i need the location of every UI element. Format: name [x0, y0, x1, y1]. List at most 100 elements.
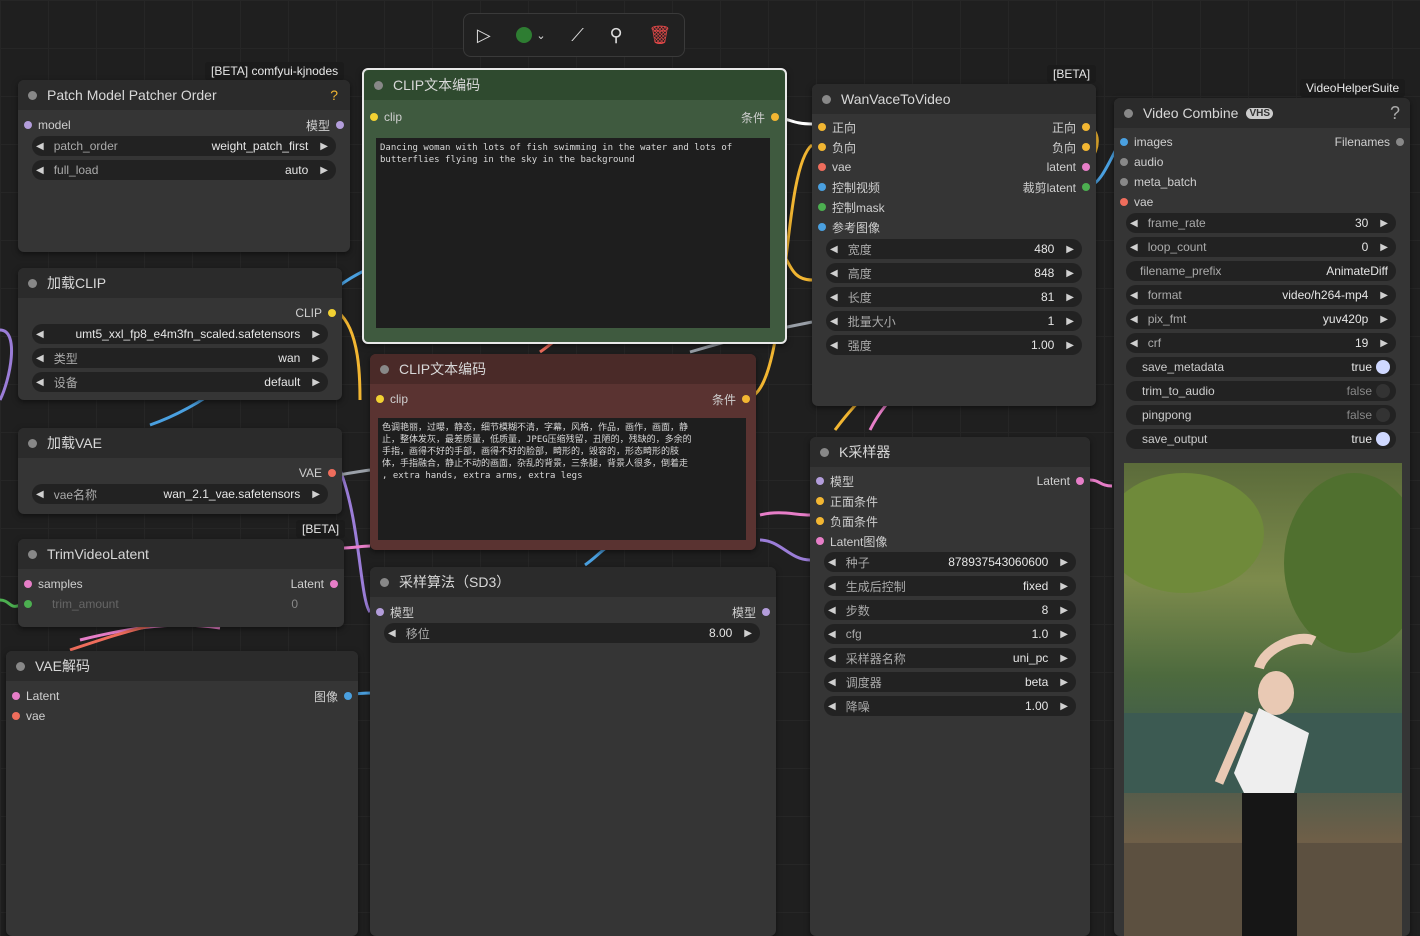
- strength-widget[interactable]: ◀ 强度 1.00 ▶: [826, 335, 1082, 355]
- clip-type-widget[interactable]: ◀ 类型 wan ▶: [32, 348, 328, 368]
- input-slot-control-video[interactable]: 控制视频: [818, 179, 880, 196]
- crf-widget[interactable]: ◀ crf 19 ▶: [1126, 333, 1396, 353]
- trim-to-audio-toggle[interactable]: trim_to_audio false: [1126, 381, 1396, 401]
- input-slot-positive[interactable]: 正向: [818, 119, 856, 136]
- output-slot-latent[interactable]: Latent: [1037, 474, 1084, 488]
- sampler-name-widget[interactable]: ◀ 采样器名称 uni_pc ▶: [824, 648, 1076, 668]
- node-header[interactable]: 加载CLIP: [18, 268, 342, 298]
- prompt-text-area[interactable]: Dancing woman with lots of fish swimming…: [376, 138, 770, 328]
- link-icon[interactable]: ⟋: [571, 25, 584, 46]
- model-sampling-sd3-node[interactable]: 采样算法（SD3） 模型 模型 ◀ 移位 8.00 ▶: [370, 567, 776, 936]
- input-slot-meta-batch[interactable]: meta_batch: [1120, 175, 1197, 189]
- save-metadata-toggle[interactable]: save_metadata true: [1126, 357, 1396, 377]
- frame-rate-widget[interactable]: ◀ frame_rate 30 ▶: [1126, 213, 1396, 233]
- steps-widget[interactable]: ◀ 步数 8 ▶: [824, 600, 1076, 620]
- node-header[interactable]: 采样算法（SD3）: [370, 567, 776, 597]
- input-slot-vae[interactable]: vae: [12, 709, 45, 723]
- play-icon[interactable]: ▷: [477, 25, 491, 46]
- input-slot-samples[interactable]: samples: [24, 577, 83, 591]
- collapse-dot-icon[interactable]: [380, 364, 389, 374]
- height-widget[interactable]: ◀ 高度 848 ▶: [826, 263, 1082, 283]
- video-combine-node[interactable]: Video Combine VHS ? images Filenames aud…: [1114, 98, 1410, 936]
- format-widget[interactable]: ◀ format video/h264-mp4 ▶: [1126, 285, 1396, 305]
- help-icon[interactable]: ?: [330, 87, 338, 103]
- collapse-dot-icon[interactable]: [28, 549, 37, 559]
- wan-vace-to-video-node[interactable]: WanVaceToVideo 正向 正向 负向 负向 vae latent 控制…: [812, 84, 1096, 406]
- ksampler-node[interactable]: K采样器 模型 Latent 正面条件 负面条件 Latent图像 ◀ 种子 878…: [810, 437, 1090, 936]
- input-slot-clip[interactable]: clip: [370, 110, 402, 124]
- output-slot-latent[interactable]: Latent: [291, 577, 338, 591]
- input-slot-model[interactable]: 模型: [816, 473, 854, 490]
- node-header[interactable]: TrimVideoLatent: [18, 539, 344, 569]
- input-slot-positive[interactable]: 正面条件: [816, 493, 878, 510]
- input-slot-audio[interactable]: audio: [1120, 155, 1163, 169]
- trash-icon[interactable]: 🗑: [648, 25, 671, 46]
- negative-prompt-text-area[interactable]: 色调艳丽，过曝，静态，细节模糊不清，字幕，风格，作品，画作，画面，静 止，整体发…: [378, 418, 746, 540]
- vae-decode-node[interactable]: VAE解码 Latent 图像 vae: [6, 651, 358, 936]
- input-slot-reference-image[interactable]: 参考图像: [818, 219, 880, 236]
- output-slot-image[interactable]: 图像: [314, 688, 352, 705]
- scheduler-widget[interactable]: ◀ 调度器 beta ▶: [824, 672, 1076, 692]
- clip-name-widget[interactable]: ◀ umt5_xxl_fp8_e4m3fn_scaled.safetensors ▶: [32, 324, 328, 344]
- pin-icon[interactable]: ⚲: [609, 25, 622, 46]
- loop-count-widget[interactable]: ◀ loop_count 0 ▶: [1126, 237, 1396, 257]
- save-output-toggle[interactable]: save_output true: [1126, 429, 1396, 449]
- trim-video-latent-node[interactable]: TrimVideoLatent samples Latent trim_amou…: [18, 539, 344, 627]
- node-header[interactable]: VAE解码: [6, 651, 358, 681]
- denoise-widget[interactable]: ◀ 降噪 1.00 ▶: [824, 696, 1076, 716]
- collapse-dot-icon[interactable]: [28, 278, 37, 288]
- video-preview[interactable]: [1124, 463, 1402, 936]
- output-slot-trim-latent[interactable]: 裁剪latent: [1023, 179, 1090, 196]
- clip-device-widget[interactable]: ◀ 设备 default ▶: [32, 372, 328, 392]
- patch-model-patcher-node[interactable]: Patch Model Patcher Order ? model 模型 ◀ pa…: [18, 80, 350, 252]
- output-slot-filenames[interactable]: Filenames: [1335, 135, 1404, 149]
- collapse-dot-icon[interactable]: [820, 447, 829, 457]
- input-slot-control-mask[interactable]: 控制mask: [818, 199, 885, 216]
- node-header[interactable]: K采样器: [810, 437, 1090, 467]
- full-load-widget[interactable]: ◀ full_load auto ▶: [32, 160, 336, 180]
- node-header[interactable]: WanVaceToVideo: [812, 84, 1096, 114]
- node-header[interactable]: CLIP文本编码: [364, 70, 785, 100]
- collapse-dot-icon[interactable]: [28, 90, 37, 100]
- shift-widget[interactable]: ◀ 移位 8.00 ▶: [384, 623, 760, 643]
- input-slot-clip[interactable]: clip: [376, 392, 408, 406]
- output-slot-positive[interactable]: 正向: [1052, 119, 1090, 136]
- input-slot-vae[interactable]: vae: [818, 160, 851, 174]
- collapse-dot-icon[interactable]: [16, 661, 25, 671]
- output-slot-conditioning[interactable]: 条件: [712, 391, 750, 408]
- collapse-dot-icon[interactable]: [374, 80, 383, 90]
- run-status-dropdown[interactable]: ⌄: [516, 27, 546, 43]
- filename-prefix-widget[interactable]: filename_prefix AnimateDiff: [1126, 261, 1396, 281]
- control-after-generate-widget[interactable]: ◀ 生成后控制 fixed ▶: [824, 576, 1076, 596]
- output-slot-vae[interactable]: VAE: [299, 466, 336, 480]
- load-vae-node[interactable]: 加载VAE VAE ◀ vae名称 wan_2.1_vae.safetensors ▶: [18, 428, 342, 514]
- input-slot-latent[interactable]: Latent: [12, 689, 59, 703]
- input-slot-negative[interactable]: 负向: [818, 139, 856, 156]
- node-header[interactable]: CLIP文本编码: [370, 354, 756, 384]
- collapse-dot-icon[interactable]: [28, 438, 37, 448]
- output-slot-model[interactable]: 模型: [732, 604, 770, 621]
- clip-text-encode-negative-node[interactable]: CLIP文本编码 clip 条件 色调艳丽，过曝，静态，细节模糊不清，字幕，风格…: [370, 354, 756, 550]
- pingpong-toggle[interactable]: pingpong false: [1126, 405, 1396, 425]
- batch-size-widget[interactable]: ◀ 批量大小 1 ▶: [826, 311, 1082, 331]
- input-slot-model[interactable]: model: [24, 118, 71, 132]
- input-slot-images[interactable]: images: [1120, 135, 1173, 149]
- input-slot-vae[interactable]: vae: [1120, 195, 1153, 209]
- collapse-dot-icon[interactable]: [1124, 108, 1133, 118]
- trim-amount-widget[interactable]: trim_amount 0: [24, 597, 328, 611]
- cfg-widget[interactable]: ◀ cfg 1.0 ▶: [824, 624, 1076, 644]
- node-header[interactable]: 加载VAE: [18, 428, 342, 458]
- clip-text-encode-positive-node[interactable]: CLIP文本编码 clip 条件 Dancing woman with lots…: [362, 68, 787, 344]
- output-slot-negative[interactable]: 负向: [1052, 139, 1090, 156]
- output-slot-clip[interactable]: CLIP: [295, 306, 336, 320]
- load-clip-node[interactable]: 加载CLIP CLIP ◀ umt5_xxl_fp8_e4m3fn_scaled.…: [18, 268, 342, 400]
- vae-name-widget[interactable]: ◀ vae名称 wan_2.1_vae.safetensors ▶: [32, 484, 328, 504]
- node-header[interactable]: Video Combine VHS ?: [1114, 98, 1410, 128]
- seed-widget[interactable]: ◀ 种子 878937543060600 ▶: [824, 552, 1076, 572]
- output-slot-conditioning[interactable]: 条件: [741, 109, 779, 126]
- collapse-dot-icon[interactable]: [380, 577, 389, 587]
- collapse-dot-icon[interactable]: [822, 94, 831, 104]
- input-slot-latent-image[interactable]: Latent图像: [816, 533, 887, 550]
- output-slot-latent[interactable]: latent: [1047, 160, 1090, 174]
- output-slot-model[interactable]: 模型: [306, 117, 344, 134]
